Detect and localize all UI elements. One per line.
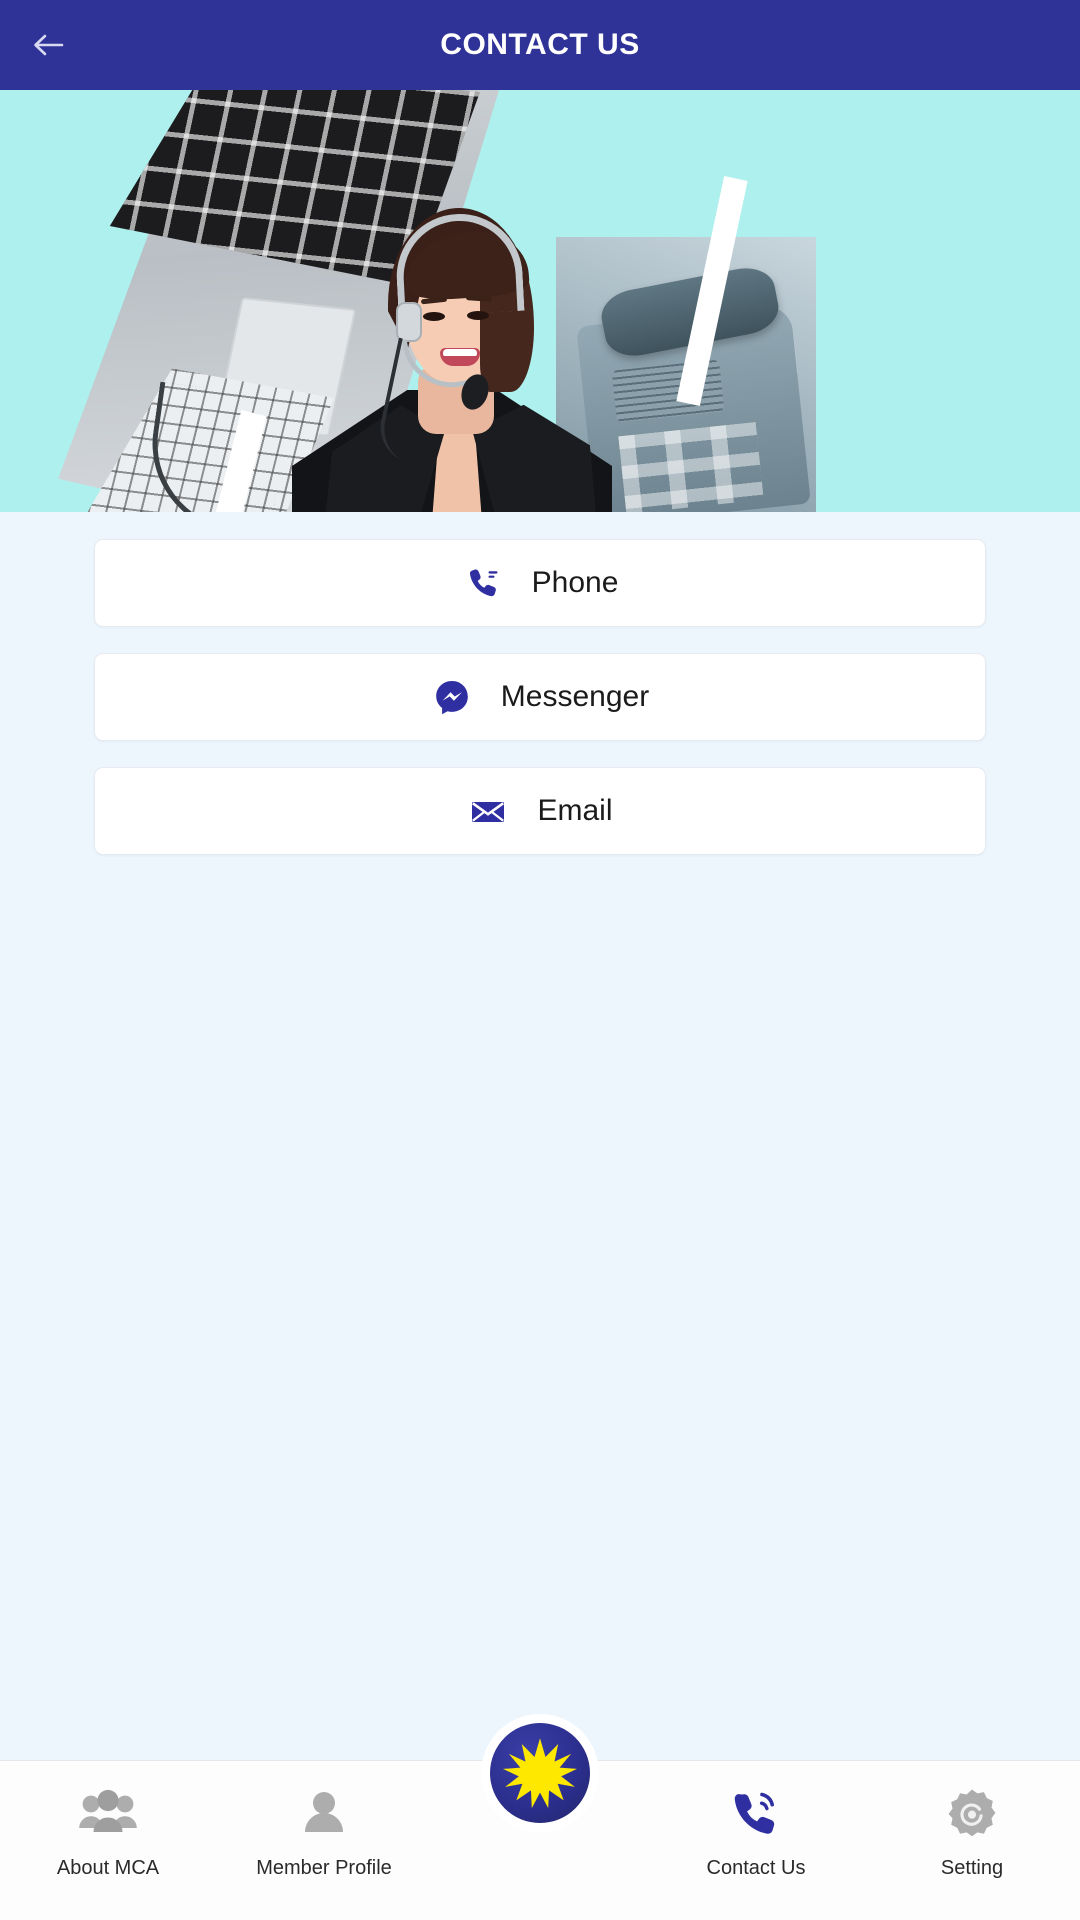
contact-option-email[interactable]: Email xyxy=(94,767,986,855)
contact-options-section: Phone Messenger Email xyxy=(0,512,1080,881)
desk-phone-keypad xyxy=(618,422,764,512)
contact-option-label: Phone xyxy=(531,566,619,599)
contact-options-list: Phone Messenger Email xyxy=(0,512,1080,855)
nav-item-setting[interactable]: Setting xyxy=(864,1761,1080,1920)
nav-item-home-logo[interactable] xyxy=(432,1719,648,1920)
nav-label: Setting xyxy=(940,1857,1004,1879)
contact-option-label: Messenger xyxy=(500,680,650,713)
people-group-icon xyxy=(77,1783,139,1845)
contact-option-messenger[interactable]: Messenger xyxy=(94,653,986,741)
phone-handset-icon xyxy=(462,562,504,604)
contact-option-phone[interactable]: Phone xyxy=(94,539,986,627)
app-header: CONTACT US xyxy=(0,0,1080,90)
nav-label: Member Profile xyxy=(256,1857,392,1879)
facebook-messenger-icon xyxy=(431,676,473,718)
page-title: CONTACT US xyxy=(440,28,640,61)
contact-option-label: Email xyxy=(537,794,613,827)
nav-item-contact-us[interactable]: Contact Us xyxy=(648,1761,864,1920)
mca-star-logo-icon xyxy=(490,1723,590,1823)
nav-item-about-mca[interactable]: About MCA xyxy=(0,1761,216,1920)
contact-us-screen: CONTACT US Phone Messenger Email About M… xyxy=(0,0,1080,1920)
phone-call-icon xyxy=(728,1783,784,1845)
bottom-navigation-bar: About MCA Member Profile Contact Us Sett… xyxy=(0,1719,1080,1920)
logo-badge xyxy=(486,1719,594,1827)
nav-label: About MCA xyxy=(56,1857,160,1879)
agent-illustration xyxy=(292,152,612,512)
arrow-left-icon xyxy=(30,30,70,60)
back-button[interactable] xyxy=(10,0,90,90)
nav-item-member-profile[interactable]: Member Profile xyxy=(216,1761,432,1920)
hero-banner xyxy=(0,90,1080,512)
envelope-icon xyxy=(467,790,509,832)
nav-label: Contact Us xyxy=(706,1857,806,1879)
person-icon xyxy=(298,1783,350,1845)
gear-icon xyxy=(945,1783,999,1845)
